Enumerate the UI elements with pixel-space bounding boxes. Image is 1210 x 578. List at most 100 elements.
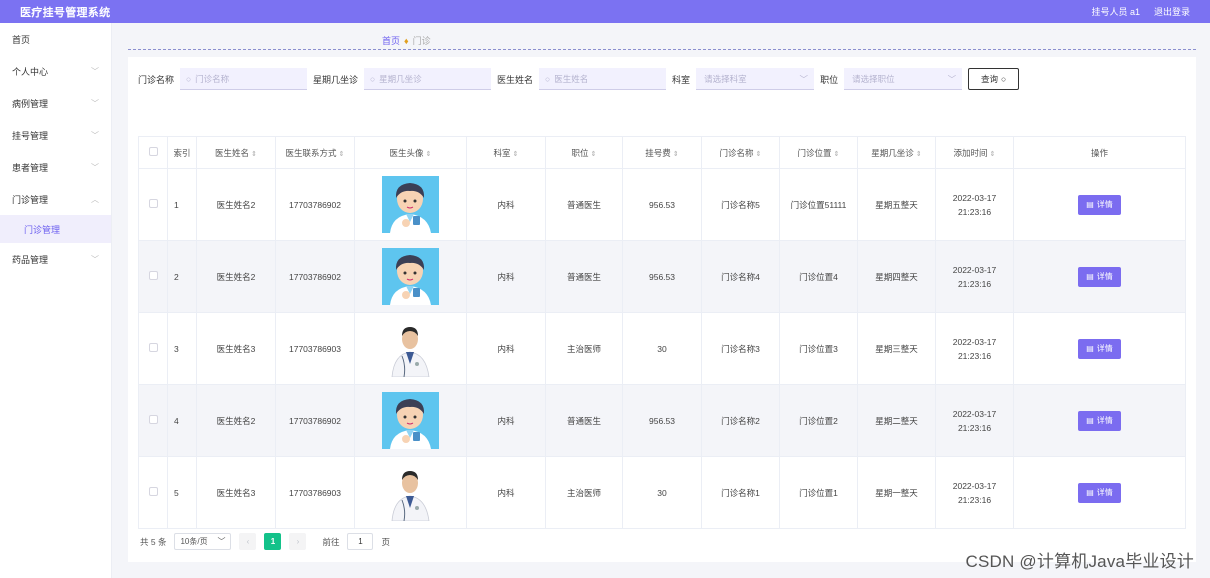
clinic-name-input[interactable]: ○ 门诊名称 [180, 68, 308, 90]
cell-weekday: 星期三整天 [857, 312, 936, 385]
doctor-avatar [382, 464, 439, 522]
col-header[interactable]: 医生姓名 ⇕ [196, 136, 276, 169]
chevron-down-icon: ﹀ [91, 130, 99, 140]
cell-added-time: 2022-03-17 21:23:16 [935, 312, 1014, 385]
sort-icon: ⇕ [989, 150, 996, 158]
col-header[interactable]: 星期几坐诊 ⇕ [857, 136, 936, 169]
row-select-cell[interactable] [138, 240, 168, 313]
goto-page-input[interactable]: 1 [347, 533, 374, 550]
row-select-cell[interactable] [138, 456, 168, 529]
select-all-cell[interactable] [138, 136, 168, 169]
detail-button[interactable]: ▤ 详情 [1078, 194, 1121, 215]
detail-button[interactable]: ▤ 详情 [1078, 266, 1121, 287]
row-select-cell[interactable] [138, 384, 168, 457]
chevron-down-icon: ﹀ [91, 66, 99, 76]
cell-title: 普通医生 [545, 168, 623, 241]
cell-actions: ▤ 详情 [1013, 312, 1186, 385]
detail-button[interactable]: ▤ 详情 [1078, 410, 1121, 431]
cell-clinic-name: 门诊名称2 [701, 384, 780, 457]
next-page-button[interactable]: › [289, 533, 307, 550]
prev-page-button[interactable]: ‹ [239, 533, 257, 550]
cell-fee: 956.53 [622, 168, 702, 241]
table-header-row: 索引 医生姓名 ⇕ 医生联系方式 ⇕ 医生头像 ⇕ 科室 ⇕ 职位 ⇕ 挂号费 ⇕ 门诊名称… [138, 136, 1186, 169]
query-button[interactable]: 查询 ○ [968, 68, 1020, 90]
cell-added-time: 2022-03-17 21:23:16 [935, 168, 1014, 241]
sidebar-item-medicine[interactable]: 药品管理 ﹀ [0, 243, 111, 275]
cell-clinic-location: 门诊位置2 [779, 384, 858, 457]
cell-doctor-name: 医生姓名2 [196, 168, 276, 241]
chevron-down-icon: ﹀ [217, 537, 226, 546]
row-checkbox[interactable] [148, 343, 158, 352]
col-header[interactable]: 门诊位置 ⇕ [779, 136, 858, 169]
doctor-name-input[interactable]: ○ 医生姓名 [539, 68, 667, 90]
sidebar-item-personal[interactable]: 个人中心 ﹀ [0, 55, 111, 87]
detail-button[interactable]: ▤ 详情 [1078, 482, 1121, 503]
table-row: 2 医生姓名2 17703786902 内科 普通医生 956.53 门诊名称4 门诊位置4 星… [138, 240, 1186, 313]
goto-label: 前往 [322, 536, 340, 547]
sidebar-item-patients[interactable]: 患者管理 ﹀ [0, 151, 111, 183]
select-all-checkbox[interactable] [148, 147, 158, 156]
sidebar-item-cases[interactable]: 病例管理 ﹀ [0, 87, 111, 119]
row-checkbox[interactable] [148, 487, 158, 496]
document-icon: ▤ [1086, 488, 1094, 497]
title-select[interactable]: 请选择职位 ﹀ [844, 68, 963, 90]
sidebar-item-home[interactable]: 首页 [0, 23, 111, 55]
cell-title: 普通医生 [545, 384, 623, 457]
col-header: 索引 [167, 136, 197, 169]
dept-select[interactable]: 请选择科室 ﹀ [696, 68, 815, 90]
col-header[interactable]: 职位 ⇕ [545, 136, 623, 169]
sidebar-item-registration[interactable]: 挂号管理 ﹀ [0, 119, 111, 151]
sidebar-item-clinic[interactable]: 门诊管理 ︿ [0, 183, 111, 215]
sort-icon: ⇕ [590, 150, 597, 158]
row-select-cell[interactable] [138, 312, 168, 385]
clinic-name-label: 门诊名称 [138, 74, 175, 85]
cell-doctor-phone: 17703786902 [275, 168, 355, 241]
row-checkbox[interactable] [148, 271, 158, 280]
row-select-cell[interactable] [138, 168, 168, 241]
sidebar-subitem-clinic-management[interactable]: 门诊管理 [0, 215, 111, 243]
table-row: 1 医生姓名2 17703786902 内科 普通医生 956.53 门诊名称5 门诊位置51… [138, 168, 1186, 241]
table-row: 4 医生姓名2 17703786902 内科 普通医生 956.53 门诊名称2 门诊位置2 星… [138, 384, 1186, 457]
cell-doctor-name: 医生姓名2 [196, 384, 276, 457]
col-header[interactable]: 科室 ⇕ [466, 136, 546, 169]
cell-doctor-name: 医生姓名3 [196, 456, 276, 529]
current-user[interactable]: 挂号人员 a1 [1091, 5, 1140, 18]
cell-dept: 内科 [466, 384, 546, 457]
document-icon: ▤ [1086, 200, 1094, 209]
cell-clinic-location: 门诊位置3 [779, 312, 858, 385]
col-header[interactable]: 门诊名称 ⇕ [701, 136, 780, 169]
doctor-avatar [382, 320, 439, 378]
cell-index: 3 [167, 312, 197, 385]
detail-button-label: 详情 [1096, 344, 1113, 353]
detail-button[interactable]: ▤ 详情 [1078, 338, 1121, 359]
select-placeholder: 请选择职位 [852, 73, 895, 84]
col-header[interactable]: 挂号费 ⇕ [622, 136, 702, 169]
cell-doctor-phone: 17703786902 [275, 240, 355, 313]
input-placeholder: 门诊名称 [195, 73, 230, 84]
sort-icon: ⇕ [672, 150, 679, 158]
search-form: 门诊名称 ○ 门诊名称 星期几坐诊 ○ 星期几坐诊 医生姓名 ○ 医生姓名 科室 请选… [138, 68, 1020, 90]
page-number-current[interactable]: 1 [264, 533, 282, 550]
col-header[interactable]: 医生头像 ⇕ [354, 136, 467, 169]
cell-avatar [354, 384, 467, 457]
cell-clinic-name: 门诊名称1 [701, 456, 780, 529]
cell-avatar [354, 312, 467, 385]
page-size-select[interactable]: 10条/页 ﹀ [174, 533, 232, 550]
col-header[interactable]: 添加时间 ⇕ [935, 136, 1014, 169]
col-header[interactable]: 医生联系方式 ⇕ [275, 136, 355, 169]
main-panel: 门诊名称 ○ 门诊名称 星期几坐诊 ○ 星期几坐诊 医生姓名 ○ 医生姓名 科室 请选… [128, 57, 1196, 562]
row-checkbox[interactable] [148, 199, 158, 208]
row-checkbox[interactable] [148, 415, 158, 424]
logout-link[interactable]: 退出登录 [1154, 5, 1190, 18]
cell-index: 2 [167, 240, 197, 313]
weekday-input[interactable]: ○ 星期几坐诊 [364, 68, 492, 90]
cell-index: 5 [167, 456, 197, 529]
breadcrumb-home[interactable]: 首页 [382, 34, 400, 47]
clinic-table: 索引 医生姓名 ⇕ 医生联系方式 ⇕ 医生头像 ⇕ 科室 ⇕ 职位 ⇕ 挂号费 ⇕ 门诊名称… [138, 136, 1186, 529]
cell-clinic-location: 门诊位置51111 [779, 168, 858, 241]
cell-title: 主治医师 [545, 312, 623, 385]
page-suffix: 页 [381, 536, 390, 547]
cell-dept: 内科 [466, 168, 546, 241]
cell-fee: 956.53 [622, 240, 702, 313]
cell-added-time: 2022-03-17 21:23:16 [935, 240, 1014, 313]
